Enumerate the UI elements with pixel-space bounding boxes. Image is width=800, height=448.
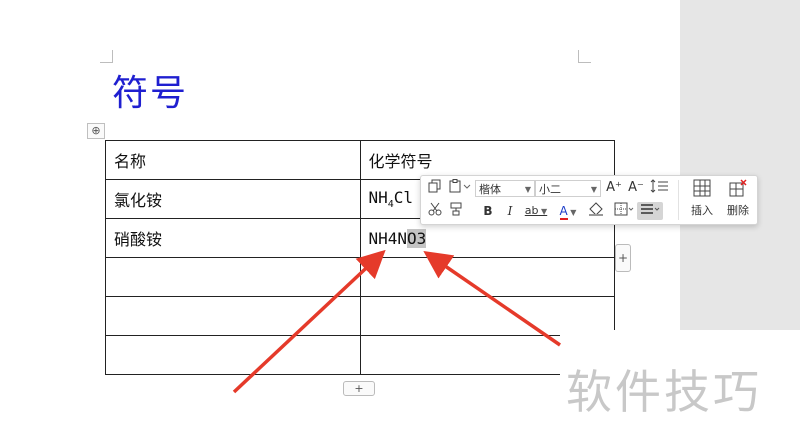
arrow-right: [423, 251, 561, 347]
watermark-text: 软件技巧: [566, 365, 762, 419]
arrow-left: [232, 249, 386, 394]
